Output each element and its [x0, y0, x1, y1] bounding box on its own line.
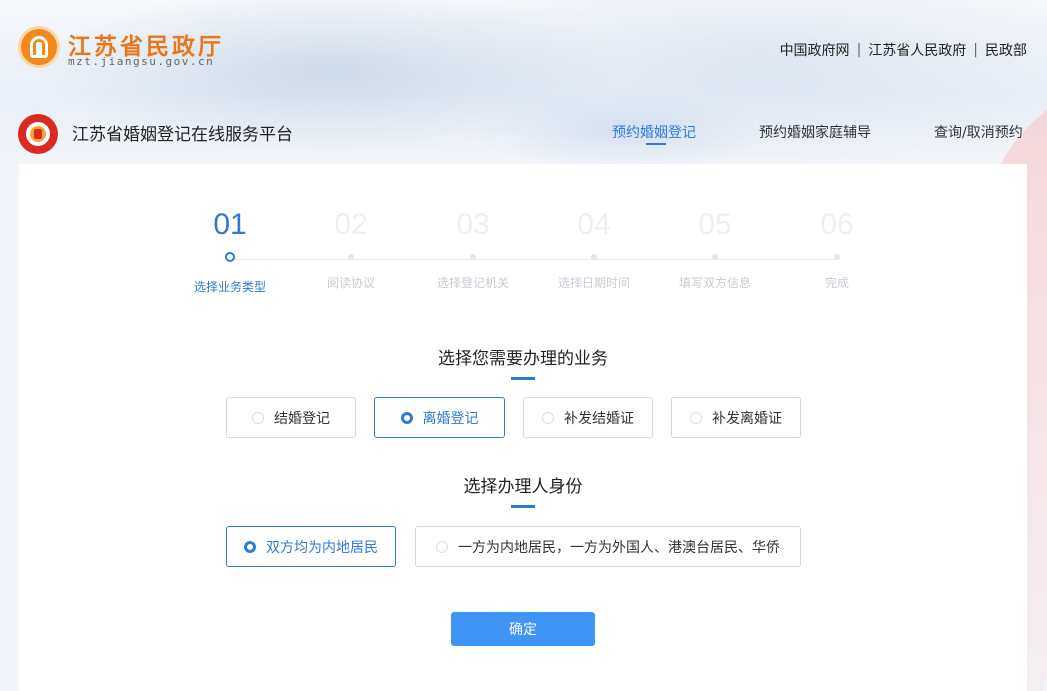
radio-icon	[542, 411, 554, 424]
option-label: 结婚登记	[274, 410, 330, 427]
link-gov-cn[interactable]: 中国政府网	[780, 40, 850, 60]
nav-item-book-registration[interactable]: 预约婚姻登记	[612, 122, 696, 145]
step-dot	[591, 254, 597, 260]
main-nav: 预约婚姻登记 预约婚姻家庭辅导 查询/取消预约	[0, 122, 1047, 152]
step-progress: 01 选择业务类型 02 阅读协议 03 选择登记机关 04 选择日期时间 05…	[189, 206, 919, 306]
confirm-button[interactable]: 确定	[451, 612, 595, 646]
step-number: 02	[334, 208, 368, 241]
step-label: 填写双方信息	[678, 276, 751, 290]
step-number: 03	[456, 208, 490, 241]
top-links: 中国政府网 | 江苏省人民政府 | 民政部	[780, 40, 1027, 60]
step-number: 01	[213, 208, 247, 241]
title-underline	[511, 505, 535, 508]
logo-shape	[36, 42, 42, 56]
step-label: 完成	[824, 276, 849, 290]
business-title-text: 选择您需要办理的业务	[438, 349, 608, 369]
option-label: 双方均为内地居民	[266, 539, 378, 556]
option-both-mainland[interactable]: 双方均为内地居民	[226, 526, 396, 567]
option-label: 离婚登记	[422, 410, 479, 427]
radio-icon	[252, 411, 264, 424]
step-dot	[834, 254, 840, 260]
link-separator: |	[856, 42, 862, 58]
step-label: 选择登记机关	[436, 276, 509, 290]
step-dot	[712, 254, 718, 260]
radio-checked-icon	[244, 540, 256, 553]
option-label: 补发离婚证	[712, 410, 782, 427]
option-label: 补发结婚证	[564, 410, 634, 427]
ministry-url: mzt.jiangsu.gov.cn	[68, 55, 215, 68]
nav-item-query-cancel[interactable]: 查询/取消预约	[934, 122, 1023, 142]
business-section-title: 选择您需要办理的业务	[19, 344, 1027, 380]
identity-title-text: 选择办理人身份	[463, 477, 583, 497]
step-label: 选择业务类型	[193, 280, 266, 294]
step-3: 03 选择登记机关	[423, 206, 523, 291]
radio-icon	[436, 540, 448, 553]
title-underline	[511, 377, 535, 380]
step-number: 05	[698, 208, 732, 241]
step-6: 06 完成	[787, 206, 887, 291]
option-one-foreign[interactable]: 一方为内地居民，一方为外国人、港澳台居民、华侨	[415, 526, 801, 567]
platform-bar: 江苏省婚姻登记在线服务平台 预约婚姻登记 预约婚姻家庭辅导 查询/取消预约	[0, 108, 1047, 156]
radio-icon	[690, 411, 702, 424]
step-label: 选择日期时间	[557, 276, 630, 290]
link-mca[interactable]: 民政部	[985, 40, 1027, 60]
step-dot	[225, 252, 235, 262]
step-label: 阅读协议	[326, 276, 375, 290]
option-label: 一方为内地居民，一方为外国人、港澳台居民、华侨	[458, 539, 780, 556]
option-reissue-marriage-cert[interactable]: 补发结婚证	[523, 397, 653, 438]
step-dot	[470, 254, 476, 260]
nav-item-book-counseling[interactable]: 预约婚姻家庭辅导	[759, 122, 871, 142]
step-number: 06	[820, 208, 854, 241]
step-5: 05 填写双方信息	[665, 206, 765, 291]
option-marriage-registration[interactable]: 结婚登记	[226, 397, 356, 438]
option-divorce-registration[interactable]: 离婚登记	[374, 397, 505, 438]
step-dot	[348, 254, 354, 260]
step-1: 01 选择业务类型	[180, 206, 280, 295]
radio-checked-icon	[400, 411, 413, 424]
ministry-logo-icon[interactable]	[18, 26, 60, 68]
option-reissue-divorce-cert[interactable]: 补发离婚证	[671, 397, 801, 438]
identity-section-title: 选择办理人身份	[19, 472, 1027, 508]
step-2: 02 阅读协议	[301, 206, 401, 291]
main-card: 01 选择业务类型 02 阅读协议 03 选择登记机关 04 选择日期时间 05…	[19, 164, 1027, 691]
step-number: 04	[577, 208, 611, 241]
link-jiangsu-gov[interactable]: 江苏省人民政府	[868, 40, 966, 60]
top-header: 江苏省民政厅 mzt.jiangsu.gov.cn 中国政府网 | 江苏省人民政…	[0, 0, 1047, 96]
link-separator: |	[973, 42, 978, 58]
step-4: 04 选择日期时间	[544, 206, 644, 291]
